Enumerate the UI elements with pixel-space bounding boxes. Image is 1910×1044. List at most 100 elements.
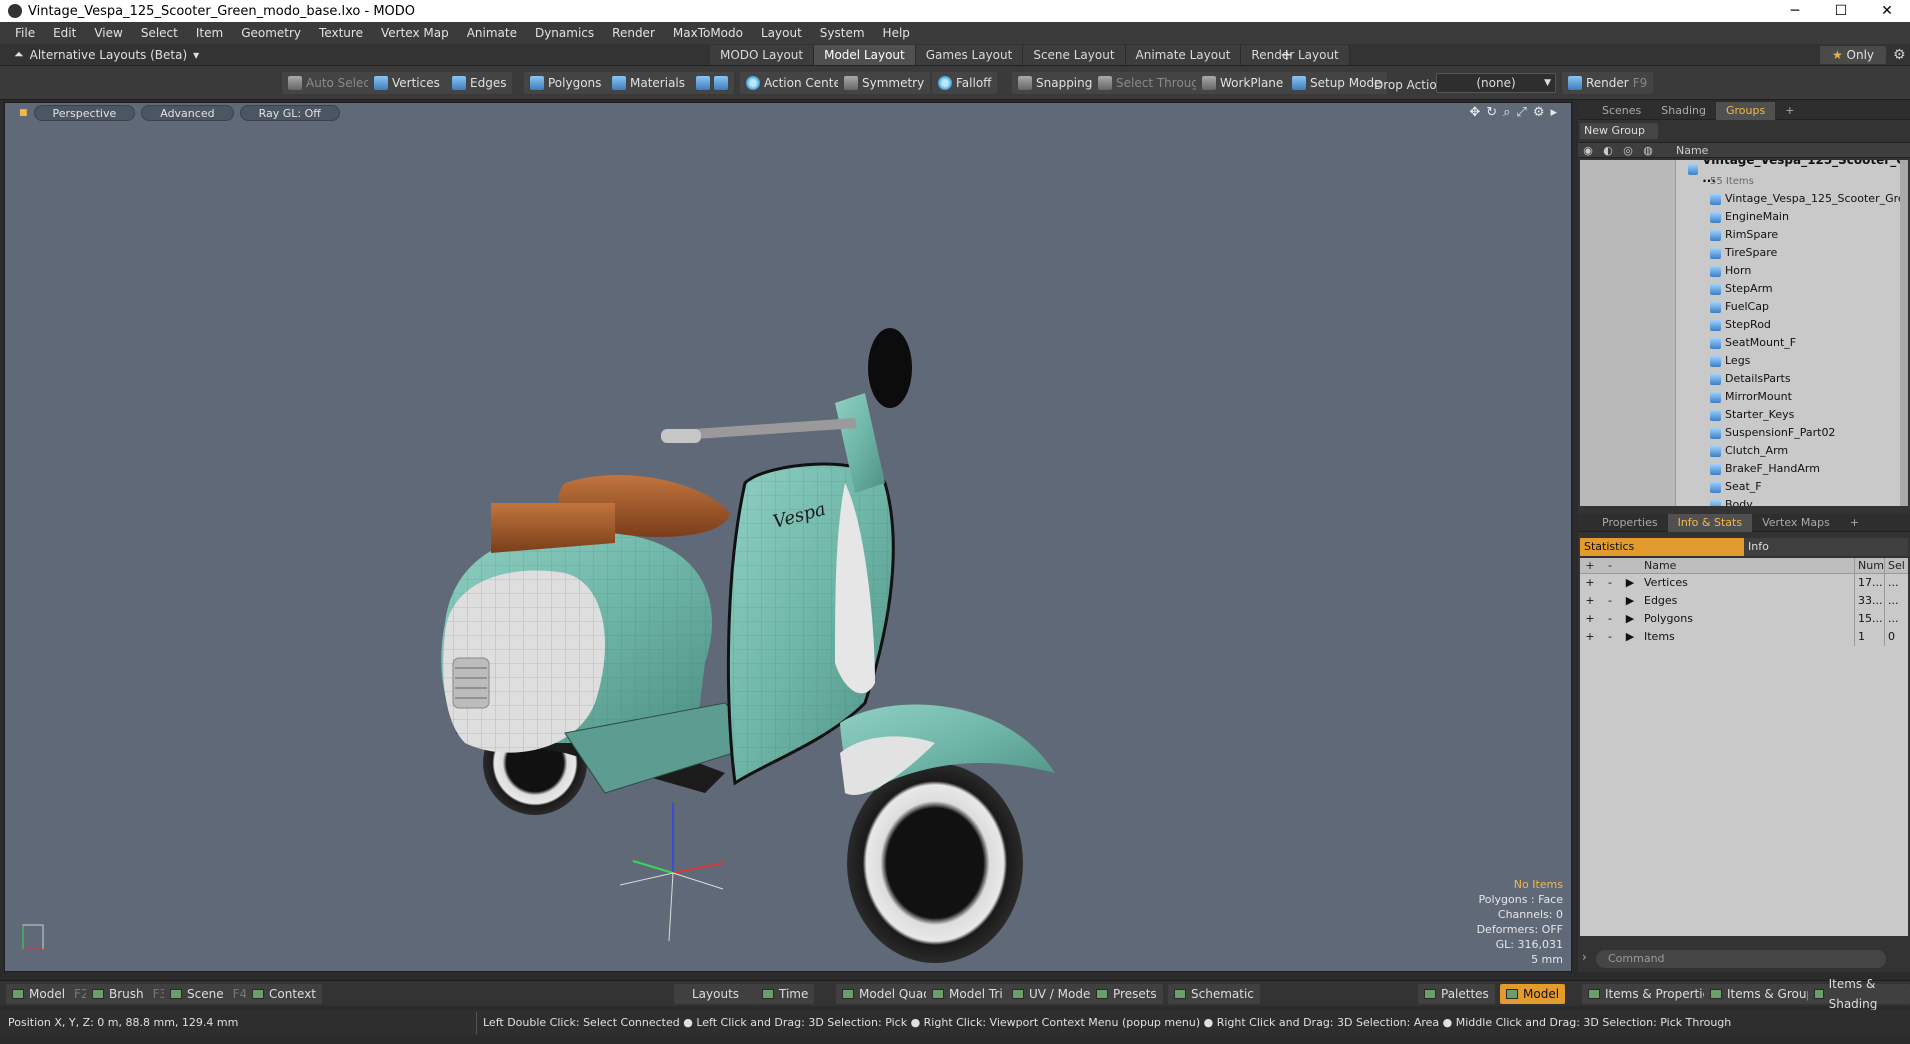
render-toggle-icon[interactable]: ◎: [1618, 144, 1638, 157]
list-item[interactable]: RimSpare: [1710, 226, 1778, 244]
drop-action-select[interactable]: (none) ▼: [1436, 73, 1556, 93]
context-button[interactable]: Context: [246, 984, 323, 1004]
eye-icon[interactable]: ◉: [1578, 144, 1598, 157]
menu-select[interactable]: Select: [132, 26, 187, 40]
select-through-button[interactable]: Select Through: [1092, 72, 1213, 94]
layouts-button[interactable]: Layouts: [674, 984, 758, 1004]
3d-viewport[interactable]: ■ Perspective Advanced Ray GL: Off ✥ ↻ ⌕…: [4, 102, 1572, 972]
add-layout-icon[interactable]: +: [1280, 44, 1293, 66]
items-properties-button[interactable]: Items & Properties: [1582, 984, 1723, 1004]
items-shading-button[interactable]: Items & Shading: [1808, 977, 1910, 1011]
time-button[interactable]: Time: [756, 984, 815, 1004]
tab-animate-layout[interactable]: Animate Layout: [1125, 45, 1242, 65]
menu-dynamics[interactable]: Dynamics: [526, 26, 603, 40]
snapping-button[interactable]: Snapping: [1012, 72, 1099, 94]
expand-all-header[interactable]: +: [1580, 558, 1600, 573]
workplane-button[interactable]: WorkPlane: [1196, 72, 1290, 94]
list-item[interactable]: DetailsParts: [1710, 370, 1791, 388]
materials-button[interactable]: Materials: [606, 72, 692, 94]
selection-sets-button[interactable]: [690, 72, 734, 94]
presets-button[interactable]: Presets: [1090, 984, 1163, 1004]
menu-help[interactable]: Help: [874, 26, 919, 40]
new-group-button[interactable]: New Group: [1580, 123, 1658, 139]
expand-icon[interactable]: +: [1580, 592, 1600, 610]
tab-groups[interactable]: Groups: [1715, 101, 1776, 120]
expand-icon[interactable]: +: [1580, 610, 1600, 628]
tab-scene-layout[interactable]: Scene Layout: [1023, 45, 1126, 65]
select-toggle-icon[interactable]: ◍: [1638, 144, 1658, 157]
expand-icon[interactable]: +: [1580, 628, 1600, 646]
groups-scrollbar[interactable]: [1900, 160, 1908, 506]
vespa-scooter-model[interactable]: Vespa: [5, 103, 1571, 971]
list-item[interactable]: SeatMount_F: [1710, 334, 1796, 352]
model-layout-active-button[interactable]: Model: [1500, 984, 1566, 1004]
collapse-icon[interactable]: -: [1600, 610, 1620, 628]
lock-icon[interactable]: ◐: [1598, 144, 1618, 157]
list-item[interactable]: Clutch_Arm: [1710, 442, 1788, 460]
list-item[interactable]: Legs: [1710, 352, 1750, 370]
list-item[interactable]: TireSpare: [1710, 244, 1777, 262]
list-item[interactable]: SuspensionF_Part02: [1710, 424, 1835, 442]
action-center-button[interactable]: Action Center: [740, 72, 852, 94]
collapse-icon[interactable]: -: [1600, 592, 1620, 610]
menu-animate[interactable]: Animate: [458, 26, 526, 40]
brush-mode-button[interactable]: Brush F3: [86, 984, 174, 1004]
triangle-right-icon[interactable]: ▶: [1620, 592, 1640, 610]
menu-render[interactable]: Render: [603, 26, 664, 40]
triangle-right-icon[interactable]: ▶: [1620, 628, 1640, 646]
render-button[interactable]: Render F9: [1562, 72, 1654, 94]
collapse-all-header[interactable]: -: [1600, 558, 1620, 573]
command-input[interactable]: Command: [1596, 950, 1886, 968]
list-item[interactable]: MirrorMount: [1710, 388, 1792, 406]
uv-model-button[interactable]: UV / Model: [1006, 984, 1100, 1004]
list-item[interactable]: Body: [1710, 496, 1753, 506]
menu-item[interactable]: Item: [187, 26, 232, 40]
collapse-icon[interactable]: -: [1600, 574, 1620, 592]
triangle-right-icon[interactable]: ▶: [1620, 610, 1640, 628]
palettes-button[interactable]: Palettes: [1418, 984, 1495, 1004]
add-tab-icon[interactable]: +: [1840, 514, 1869, 532]
expand-icon[interactable]: +: [1580, 574, 1600, 592]
tab-properties[interactable]: Properties: [1592, 514, 1668, 532]
add-tab-icon[interactable]: +: [1775, 102, 1804, 120]
table-row[interactable]: + - ▶ Items 1 0: [1580, 628, 1908, 646]
menu-geometry[interactable]: Geometry: [232, 26, 310, 40]
info-tab[interactable]: Info: [1744, 538, 1908, 556]
auto-select-button[interactable]: Auto Select: [282, 72, 381, 94]
model-tri-button[interactable]: Model Tri: [926, 984, 1009, 1004]
tab-games-layout[interactable]: Games Layout: [915, 45, 1024, 65]
setup-mode-button[interactable]: Setup Mode: [1286, 72, 1388, 94]
menu-vertex-map[interactable]: Vertex Map: [372, 26, 458, 40]
list-item[interactable]: Seat_F: [1710, 478, 1762, 496]
list-item[interactable]: StepArm: [1710, 280, 1773, 298]
edges-button[interactable]: Edges: [446, 72, 513, 94]
tab-shading[interactable]: Shading: [1651, 102, 1716, 120]
model-quad-button[interactable]: Model Quad: [836, 984, 937, 1004]
gear-icon[interactable]: ⚙: [1893, 44, 1906, 66]
falloff-button[interactable]: Falloff: [932, 72, 998, 94]
minimize-button[interactable]: ─: [1772, 0, 1818, 22]
only-button[interactable]: ★ Only: [1820, 46, 1886, 64]
maximize-button[interactable]: ☐: [1818, 0, 1864, 22]
list-item[interactable]: StepRod: [1710, 316, 1771, 334]
tab-render-layout[interactable]: Render Layout: [1241, 45, 1350, 65]
list-item[interactable]: EngineMain: [1710, 208, 1789, 226]
tab-info-stats[interactable]: Info & Stats: [1667, 513, 1753, 532]
menu-maxtomodo[interactable]: MaxToModo: [664, 26, 752, 40]
menu-file[interactable]: File: [6, 26, 44, 40]
vertices-button[interactable]: Vertices: [368, 72, 446, 94]
menu-view[interactable]: View: [85, 26, 131, 40]
table-row[interactable]: + - ▶ Edges 33......: [1580, 592, 1908, 610]
triangle-right-icon[interactable]: ▶: [1620, 574, 1640, 592]
tab-model-layout[interactable]: Model Layout: [814, 45, 916, 65]
polygons-button[interactable]: Polygons: [524, 72, 608, 94]
symmetry-button[interactable]: Symmetry: [838, 72, 931, 94]
list-item[interactable]: Horn: [1710, 262, 1751, 280]
list-item[interactable]: Starter_Keys: [1710, 406, 1794, 424]
menu-layout[interactable]: Layout: [752, 26, 811, 40]
list-item[interactable]: BrakeF_HandArm: [1710, 460, 1820, 478]
tab-vertex-maps[interactable]: Vertex Maps: [1752, 514, 1840, 532]
close-button[interactable]: ✕: [1864, 0, 1910, 22]
alternative-layouts-dropdown[interactable]: ⏶ Alternative Layouts (Beta) ▾: [14, 47, 199, 62]
menu-system[interactable]: System: [811, 26, 874, 40]
